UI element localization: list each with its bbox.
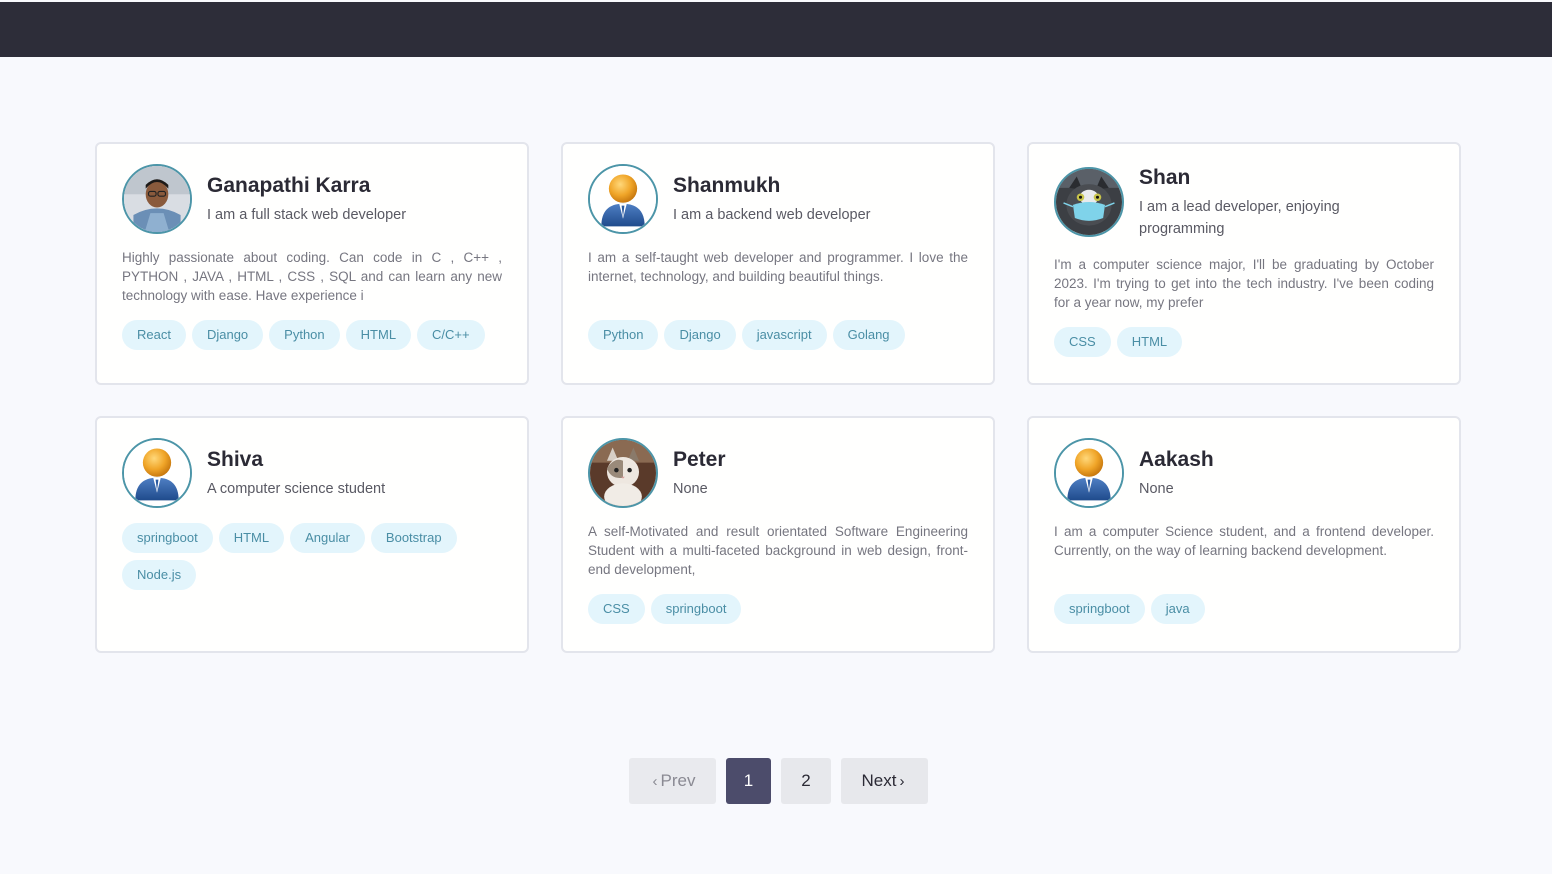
skill-tag: java xyxy=(1150,594,1205,624)
cat-photo-icon xyxy=(588,438,658,508)
skill-tag: springboot xyxy=(1054,594,1145,624)
pagination: ‹ Prev 1 2 Next › xyxy=(629,758,928,804)
developer-title: I am a backend web developer xyxy=(673,207,871,223)
skill-tag: CSS xyxy=(1054,327,1111,357)
developer-bio: I'm a computer science major, I'll be gr… xyxy=(1054,257,1434,310)
developer-card[interactable]: Ganapathi Karra I am a full stack web de… xyxy=(95,142,529,385)
developer-card[interactable]: Peter None A self-Motivated and result o… xyxy=(561,416,995,653)
skill-tag: React xyxy=(122,320,186,350)
skill-tag: HTML xyxy=(345,320,412,350)
developer-name[interactable]: Ganapathi Karra xyxy=(207,174,370,198)
developer-card[interactable]: Shanmukh I am a backend web developer I … xyxy=(561,142,995,385)
skill-tags: CSS springboot xyxy=(588,594,973,624)
skill-tags: React Django Python HTML C/C++ xyxy=(122,320,507,350)
skill-tag: Python xyxy=(588,320,659,350)
skill-tag: HTML xyxy=(218,523,285,553)
skill-tag: HTML xyxy=(1116,327,1183,357)
chevron-left-icon: ‹ xyxy=(652,772,658,790)
skill-tags: springboot HTML Angular Bootstrap Node.j… xyxy=(122,523,507,590)
developer-name[interactable]: Peter xyxy=(673,448,726,472)
developer-bio: I am a computer Science student, and a f… xyxy=(1054,524,1434,558)
default-user-icon xyxy=(1054,438,1124,508)
page-1-button[interactable]: 1 xyxy=(726,758,771,804)
developer-name[interactable]: Shanmukh xyxy=(673,174,780,198)
skill-tag: C/C++ xyxy=(417,320,485,350)
skill-tag: Node.js xyxy=(122,560,197,590)
next-page-button[interactable]: Next › xyxy=(841,758,928,804)
skill-tags: Python Django javascript Golang xyxy=(588,320,973,350)
developer-card[interactable]: Shan I am a lead developer, enjoying pro… xyxy=(1027,142,1461,385)
developer-card[interactable]: Shiva A computer science student springb… xyxy=(95,416,529,653)
developer-name[interactable]: Aakash xyxy=(1139,448,1214,472)
developer-name[interactable]: Shan xyxy=(1139,166,1190,190)
developer-card[interactable]: Aakash None I am a computer Science stud… xyxy=(1027,416,1461,653)
photo-man-icon xyxy=(122,164,192,234)
skill-tags: CSS HTML xyxy=(1054,327,1439,357)
prev-label: Prev xyxy=(660,771,696,790)
developer-title: None xyxy=(1139,481,1174,497)
developer-title: None xyxy=(673,481,708,497)
cat-mask-icon xyxy=(1054,167,1124,237)
skill-tag: javascript xyxy=(741,320,827,350)
developer-bio: I am a self-taught web developer and pro… xyxy=(588,250,968,284)
skill-tag: springboot xyxy=(122,523,213,553)
developer-title: I am a full stack web developer xyxy=(207,207,407,223)
developer-bio: Highly passionate about coding. Can code… xyxy=(122,250,502,303)
default-user-icon xyxy=(122,438,192,508)
skill-tag: Bootstrap xyxy=(370,523,457,553)
default-user-icon xyxy=(588,164,658,234)
skill-tag: Django xyxy=(664,320,736,350)
chevron-right-icon: › xyxy=(899,772,905,790)
top-navbar xyxy=(0,2,1552,57)
skill-tag: Python xyxy=(269,320,340,350)
skill-tag: Golang xyxy=(832,320,905,350)
prev-page-button[interactable]: ‹ Prev xyxy=(629,758,716,804)
developer-title: I am a lead developer, enjoying programm… xyxy=(1139,199,1340,237)
next-label: Next xyxy=(861,771,897,790)
skill-tag: Angular xyxy=(290,523,365,553)
developer-title: A computer science student xyxy=(207,481,386,497)
skill-tags: springboot java xyxy=(1054,594,1439,624)
page-2-button[interactable]: 2 xyxy=(781,758,831,804)
developer-bio: A self-Motivated and result orientated S… xyxy=(588,524,968,577)
skill-tag: springboot xyxy=(650,594,742,624)
skill-tag: CSS xyxy=(588,594,645,624)
developer-name[interactable]: Shiva xyxy=(207,448,263,472)
skill-tag: Django xyxy=(191,320,264,350)
